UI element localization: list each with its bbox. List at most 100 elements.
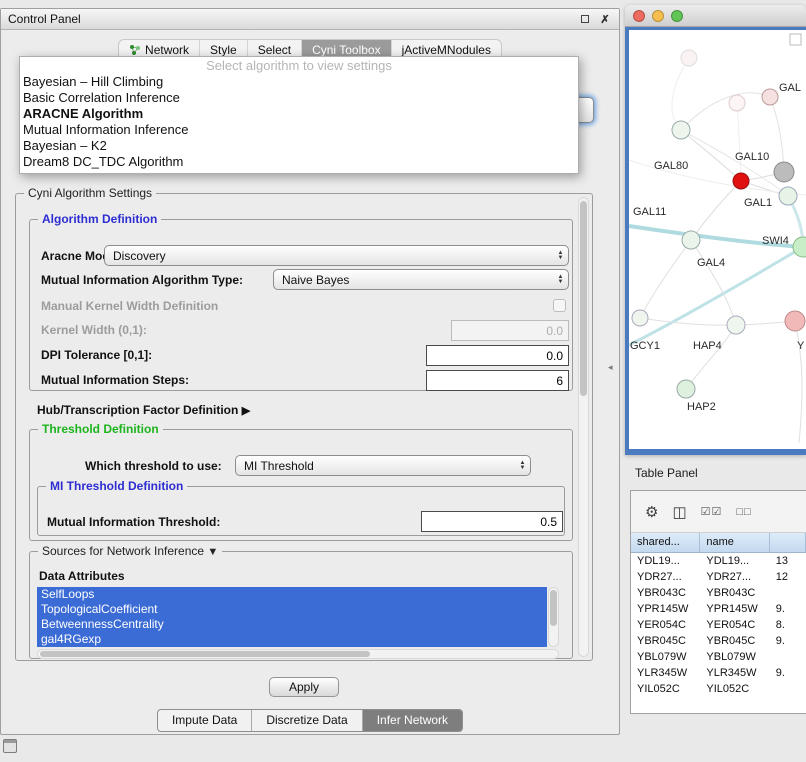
bottom-tabs-strip: Impute DataDiscretize DataInfer Network <box>157 709 463 732</box>
aracne-mode-combo[interactable]: Discovery ▲▼ <box>104 245 569 266</box>
bottom-tab-impute-data[interactable]: Impute Data <box>158 710 251 731</box>
network-window-titlebar <box>625 5 806 27</box>
dpi-tolerance-field[interactable] <box>426 345 569 366</box>
network-node[interactable] <box>632 310 648 326</box>
network-canvas-frame: GALGAL80GAL10GAL11GAL1SWI4GAL4GCY1HAP4YH… <box>625 27 806 455</box>
close-icon[interactable]: ✗ <box>598 12 612 26</box>
select-all-checkbox-icon[interactable]: ☑☑ <box>701 505 723 518</box>
network-view-window: GALGAL80GAL10GAL11GAL1SWI4GAL4GCY1HAP4YH… <box>625 5 806 455</box>
tab-label: Network <box>145 43 189 57</box>
table-row[interactable]: YER054CYER054C8. <box>631 617 806 633</box>
dropdown-item-bayesian-hill-climbing[interactable]: Bayesian – Hill Climbing <box>20 74 578 90</box>
column-header-shared[interactable]: shared... <box>631 533 700 552</box>
network-edge <box>686 325 736 389</box>
mi-steps-field[interactable] <box>426 370 569 391</box>
mi-type-value: Naive Bayes <box>282 273 553 287</box>
data-attributes-list[interactable]: SelfLoopsTopologicalCoefficientBetweenne… <box>37 587 547 647</box>
network-node-label: GAL4 <box>697 257 725 269</box>
hub-definition-toggle[interactable]: Hub/Transcription Factor Definition ▶ <box>37 403 250 417</box>
settings-gear-icon[interactable]: ⚙ <box>645 503 658 521</box>
dropdown-item-dream8-dc-tdc-algorithm[interactable]: Dream8 DC_TDC Algorithm <box>20 154 578 170</box>
dropdown-item-basic-correlation-inference[interactable]: Basic Correlation Inference <box>20 90 578 106</box>
mi-threshold-field[interactable] <box>421 511 563 532</box>
sources-group-title[interactable]: Sources for Network Inference ▼ <box>38 544 222 558</box>
mac-minimize-button[interactable] <box>652 10 664 22</box>
settings-vscrollbar[interactable] <box>578 197 589 657</box>
which-threshold-combo[interactable]: MI Threshold ▲▼ <box>235 455 531 476</box>
network-node[interactable] <box>682 231 700 249</box>
scroll-thumb[interactable] <box>40 651 370 657</box>
control-panel-window: Control Panel ✗ NetworkStyleSelectCyni T… <box>0 8 620 735</box>
network-node[interactable] <box>793 237 806 257</box>
network-node[interactable] <box>677 380 695 398</box>
attr-list-hscrollbar[interactable] <box>37 649 559 659</box>
which-threshold-value: MI Threshold <box>244 459 515 473</box>
minimized-panel-icon[interactable] <box>3 739 17 753</box>
mi-steps-label: Mutual Information Steps: <box>41 373 189 387</box>
manual-kernel-checkbox[interactable] <box>553 299 566 312</box>
chevron-right-icon: ▶ <box>242 405 250 417</box>
table-row[interactable]: YDL19...YDL19...13 <box>631 553 806 569</box>
table-cell: 12 <box>770 569 806 585</box>
mac-close-button[interactable] <box>633 10 645 22</box>
network-node[interactable] <box>762 89 778 105</box>
attr-list-vscrollbar[interactable] <box>548 587 559 647</box>
tab-label: Cyni Toolbox <box>312 43 380 57</box>
column-header-extra[interactable] <box>770 533 806 552</box>
table-cell: YBR043C <box>700 585 769 601</box>
mi-type-combo[interactable]: Naive Bayes ▲▼ <box>273 269 569 290</box>
kernel-width-field[interactable] <box>451 320 569 341</box>
network-edge <box>640 318 736 325</box>
hub-definition-label: Hub/Transcription Factor Definition <box>37 403 238 417</box>
network-node[interactable] <box>785 311 805 331</box>
network-node[interactable] <box>779 187 797 205</box>
chevron-down-icon: ▼ <box>207 546 218 558</box>
table-row[interactable]: YIL052CYIL052C <box>631 681 806 697</box>
table-row[interactable]: YBR045CYBR045C9. <box>631 633 806 649</box>
network-node-label: GCY1 <box>630 340 660 352</box>
network-node[interactable] <box>729 95 745 111</box>
table-cell <box>770 649 806 665</box>
float-window-icon[interactable] <box>578 12 592 26</box>
attr-item-betweennesscentrality[interactable]: BetweennessCentrality <box>37 617 547 632</box>
table-cell: YPR145W <box>700 601 769 617</box>
network-edge <box>737 103 741 181</box>
bottom-tab-infer-network[interactable]: Infer Network <box>362 710 462 731</box>
mac-zoom-button[interactable] <box>671 10 683 22</box>
panel-collapse-handle-icon[interactable]: ◂ <box>608 362 613 373</box>
table-body: YDL19...YDL19...13YDR27...YDR27...12YBR0… <box>631 553 806 697</box>
scroll-thumb[interactable] <box>580 201 587 396</box>
attr-item-topologicalcoefficient[interactable]: TopologicalCoefficient <box>37 602 547 617</box>
network-node[interactable] <box>774 162 794 182</box>
table-row[interactable]: YLR345WYLR345W9. <box>631 665 806 681</box>
attr-item-selfloops[interactable]: SelfLoops <box>37 587 547 602</box>
aracne-mode-value: Discovery <box>113 249 553 263</box>
column-layout-icon[interactable]: ◫ <box>672 503 686 521</box>
scroll-thumb[interactable] <box>550 590 557 626</box>
network-node[interactable] <box>727 316 745 334</box>
dropdown-item-mutual-information-inference[interactable]: Mutual Information Inference <box>20 122 578 138</box>
network-edge <box>691 181 741 240</box>
apply-button[interactable]: Apply <box>269 677 339 697</box>
network-node[interactable] <box>672 121 690 139</box>
attr-item-gal4rgexp[interactable]: gal4RGexp <box>37 632 547 647</box>
column-header-name[interactable]: name <box>700 533 769 552</box>
table-row[interactable]: YBL079WYBL079W <box>631 649 806 665</box>
table-cell: YPR145W <box>631 601 700 617</box>
table-row[interactable]: YBR043CYBR043C <box>631 585 806 601</box>
table-row[interactable]: YDR27...YDR27...12 <box>631 569 806 585</box>
which-threshold-label: Which threshold to use: <box>85 459 222 473</box>
dropdown-item-aracne-algorithm[interactable]: ARACNE Algorithm <box>20 106 578 122</box>
dropdown-item-bayesian-k2[interactable]: Bayesian – K2 <box>20 138 578 154</box>
table-cell: YER054C <box>631 617 700 633</box>
network-node[interactable] <box>681 50 697 66</box>
network-node[interactable] <box>733 173 749 189</box>
network-graph-canvas[interactable]: GALGAL80GAL10GAL11GAL1SWI4GAL4GCY1HAP4YH… <box>629 30 806 449</box>
table-cell: YLR345W <box>700 665 769 681</box>
bottom-tab-discretize-data[interactable]: Discretize Data <box>251 710 361 731</box>
table-cell: YBL079W <box>631 649 700 665</box>
table-cell: YBL079W <box>700 649 769 665</box>
table-cell: YDR27... <box>700 569 769 585</box>
table-row[interactable]: YPR145WYPR145W9. <box>631 601 806 617</box>
deselect-all-checkbox-icon[interactable]: □□ <box>736 506 751 518</box>
